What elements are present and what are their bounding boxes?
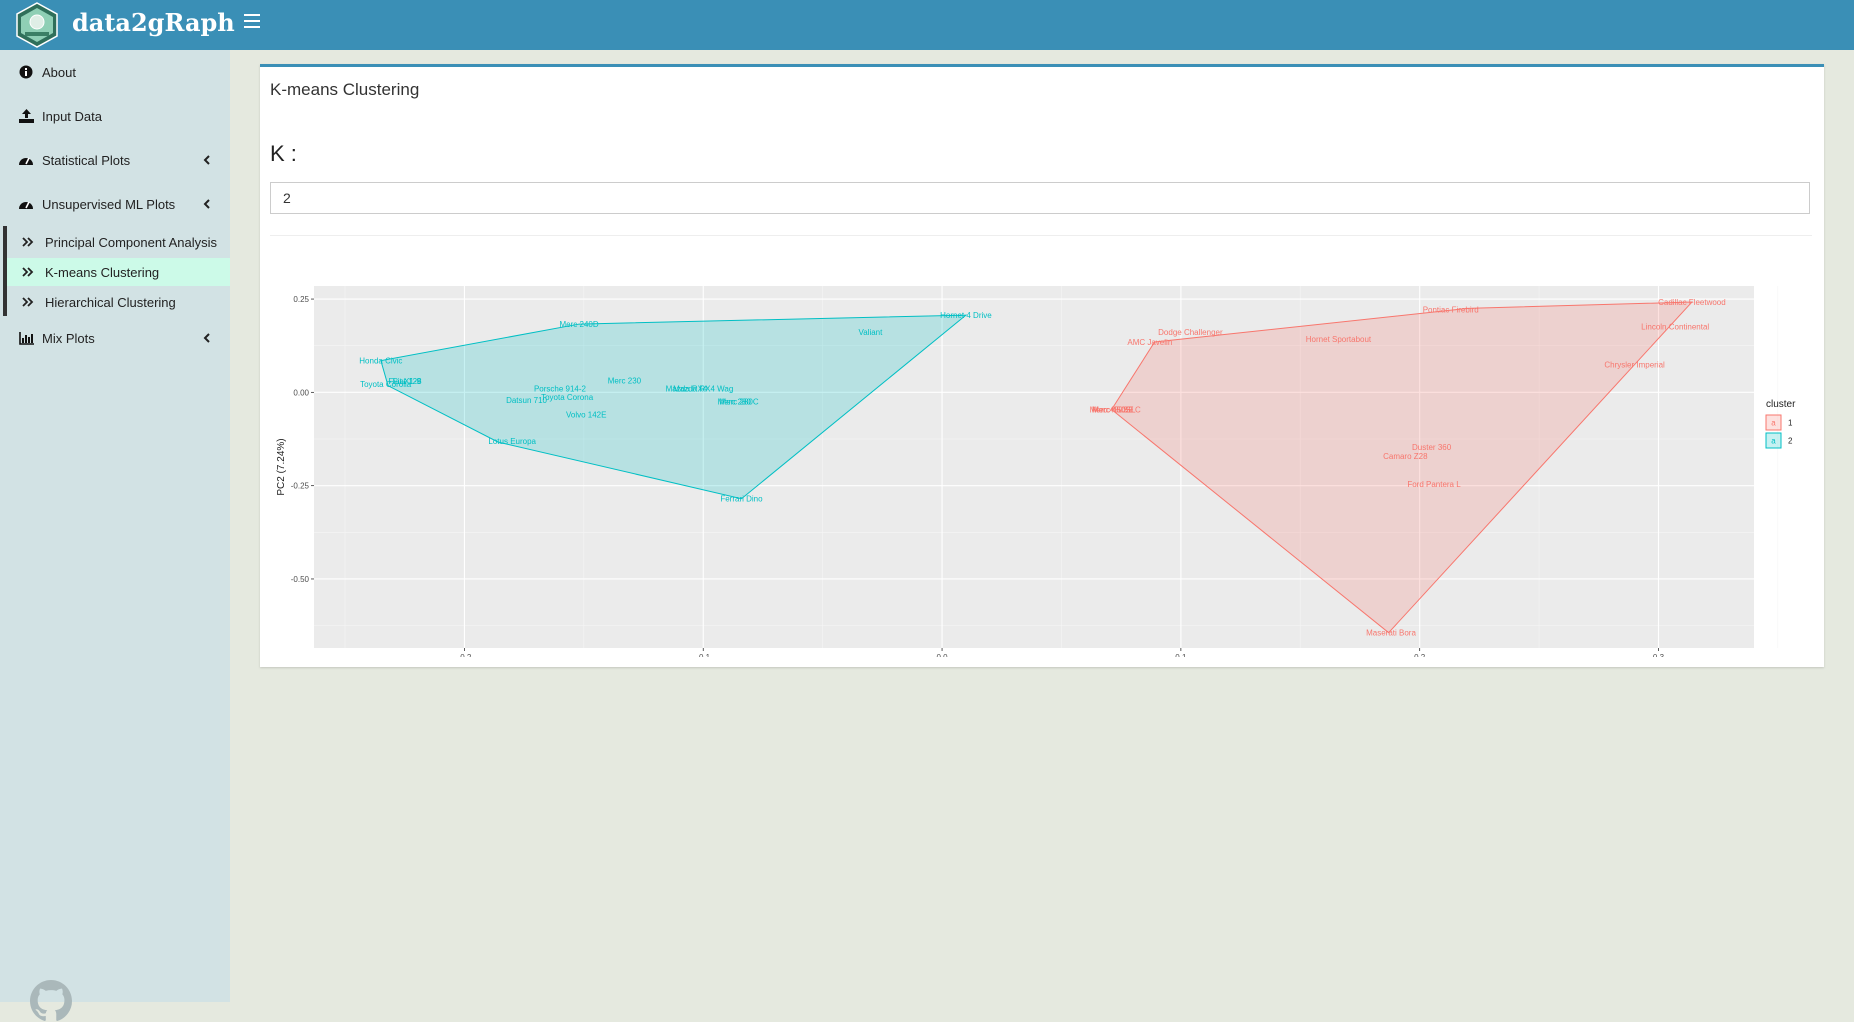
y-tick-label: 0.25 — [293, 295, 309, 304]
sidebar-subitem-label: Hierarchical Clustering — [45, 294, 176, 310]
x-tick-label: -0.2 — [458, 653, 472, 657]
point-label: AMC Javelin — [1127, 338, 1172, 347]
legend-title: cluster — [1766, 399, 1796, 410]
info-circle-icon — [18, 64, 34, 80]
point-label: Fiat X1-9 — [389, 377, 422, 386]
point-label: Merc 280C — [720, 397, 759, 406]
sidebar-item-label: Unsupervised ML Plots — [42, 196, 176, 212]
top-navbar: data2gRaph — [0, 0, 1854, 50]
point-label: Honda Civic — [359, 357, 402, 366]
sidebar-subitem-label: Principal Component Analysis — [45, 234, 217, 250]
chevron-left-icon — [203, 155, 210, 165]
sidebar-item-input-data[interactable]: Input Data — [0, 96, 230, 136]
app-logo-icon — [16, 2, 58, 48]
point-label: Ferrari Dino — [720, 495, 763, 504]
point-label: Valiant — [858, 328, 883, 337]
sidebar-subitem-kmeans[interactable]: K-means Clustering — [7, 258, 230, 286]
point-label: Hornet 4 Drive — [940, 311, 992, 320]
x-tick-label: 0.2 — [1414, 653, 1426, 657]
point-label: Camaro Z28 — [1383, 452, 1428, 461]
double-chevron-right-icon — [22, 237, 34, 247]
point-label: Volvo 142E — [566, 410, 606, 419]
double-chevron-right-icon — [22, 297, 34, 307]
point-label: Mazda RX4 Wag — [673, 384, 733, 393]
divider — [270, 235, 1812, 236]
sidebar-item-label: Statistical Plots — [42, 152, 131, 168]
legend-label: 2 — [1788, 437, 1793, 446]
point-label: Pontiac Firebird — [1423, 306, 1479, 315]
point-label: Lotus Europa — [488, 437, 536, 446]
sidebar: About Input Data Statistical Plots Unsup… — [0, 50, 230, 1021]
sidebar-item-label: Input Data — [42, 108, 102, 124]
point-label: Cadillac Fleetwood — [1658, 298, 1726, 307]
point-label: Lincoln Continental — [1641, 323, 1709, 332]
github-icon[interactable] — [30, 980, 72, 1022]
point-label: Hornet Sportabout — [1306, 335, 1372, 344]
k-input[interactable] — [270, 182, 1810, 214]
sidebar-subitem-label: K-means Clustering — [45, 264, 160, 280]
sidebar-item-label: About — [42, 64, 76, 80]
sidebar-item-about[interactable]: About — [0, 52, 230, 92]
point-label: Merc 240D — [560, 320, 599, 329]
point-label: Ford Pantera L — [1407, 480, 1461, 489]
sidebar-item-statistical-plots[interactable]: Statistical Plots — [0, 140, 230, 180]
y-tick-label: 0.00 — [293, 388, 309, 397]
x-tick-label: 0.0 — [936, 653, 948, 657]
y-tick-label: -0.50 — [291, 575, 310, 584]
box-title: K-means Clustering — [270, 80, 420, 99]
point-label: Merc 450SLC — [1092, 406, 1141, 415]
sidebar-subitem-pca[interactable]: Principal Component Analysis — [7, 228, 230, 256]
x-tick-label: 0.1 — [1175, 653, 1187, 657]
legend-key-glyph: a — [1771, 437, 1776, 446]
dashboard-icon — [18, 152, 34, 168]
point-label: Porsche 914-2 — [534, 384, 587, 393]
y-tick-label: -0.25 — [291, 482, 310, 491]
k-input-label: K : — [270, 141, 297, 166]
sidebar-item-unsupervised-ml-plots[interactable]: Unsupervised ML Plots — [0, 184, 230, 224]
app-title: data2gRaph — [72, 8, 235, 37]
sidebar-item-mix-plots[interactable]: Mix Plots — [0, 318, 230, 358]
bar-chart-icon — [18, 330, 34, 346]
double-chevron-right-icon — [22, 267, 34, 277]
x-tick-label: -0.1 — [696, 653, 710, 657]
point-label: Maserati Bora — [1366, 629, 1416, 638]
kmeans-cluster-plot: -0.2 -0.1 0.0 0.1 0.2 0.3 0.25 0.00 -0.25 -0.50 Ca… — [276, 286, 1796, 657]
point-label: Dodge Challenger — [1158, 328, 1223, 337]
legend-label: 1 — [1788, 419, 1793, 428]
x-tick-label: 0.3 — [1653, 653, 1665, 657]
unsupervised-submenu: Principal Component Analysis K-means Clu… — [0, 226, 230, 316]
sidebar-subitem-hierarchical[interactable]: Hierarchical Clustering — [7, 288, 230, 316]
point-label: Chrysler Imperial — [1604, 361, 1665, 370]
point-label: Toyota Corona — [541, 393, 594, 402]
point-label: Merc 230 — [608, 376, 642, 385]
legend-key-glyph: a — [1771, 419, 1776, 428]
sidebar-toggle-icon[interactable] — [244, 14, 260, 28]
point-label: Datsun 710 — [506, 396, 547, 405]
sidebar-item-label: Mix Plots — [42, 330, 95, 346]
chevron-left-icon — [203, 333, 210, 343]
upload-icon — [18, 108, 34, 124]
y-axis-title: PC2 (7.24%) — [276, 438, 287, 495]
dashboard-icon — [18, 196, 34, 212]
chevron-left-icon — [203, 199, 210, 209]
kmeans-box: K-means Clustering K : -0.2 -0.1 0.0 0.1 0.2… — [260, 64, 1824, 667]
